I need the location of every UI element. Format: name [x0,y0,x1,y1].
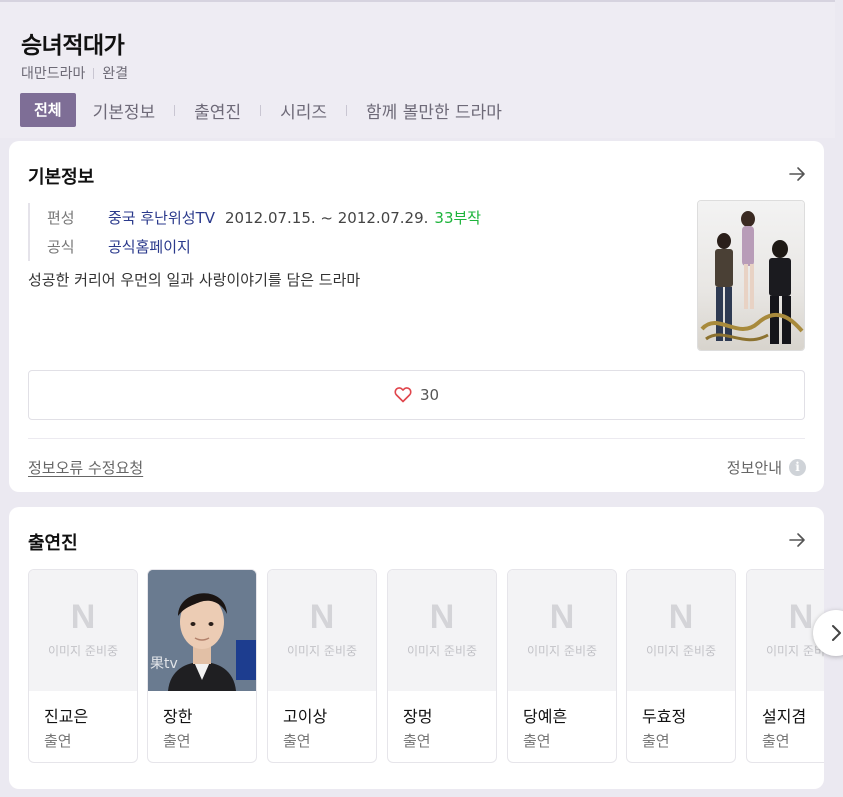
info-row-official: 공식 공식홈페이지 [47,232,481,261]
cast-role: 출연 [403,732,431,750]
broadcast-period: 2012.07.15. ~ 2012.07.29. [225,208,429,227]
cast-name: 장한 [163,707,193,726]
image-pending-text: 이미지 준비중 [526,644,598,658]
page-title: 승녀적대가 [21,33,125,59]
cast-item[interactable]: N 이미지 준비중 진교은 출연 [28,569,138,763]
cast-name: 진교은 [44,707,89,726]
card-divider [28,438,805,439]
tab-all[interactable]: 전체 [20,93,76,127]
tab-similar-dramas[interactable]: 함께 볼만한 드라마 [366,98,502,123]
tab-divider [260,104,262,116]
n-logo-icon: N [70,598,96,636]
image-pending-text: 이미지 준비중 [406,644,478,658]
tab-basic-info[interactable]: 기본정보 [93,98,156,123]
like-count: 30 [419,386,440,404]
n-logo-icon: N [309,598,335,636]
n-logo-icon: N [549,598,575,636]
cast-image-placeholder: N 이미지 준비중 [268,570,376,691]
cast-image-placeholder: N 이미지 준비중 [627,570,735,691]
image-pending-text: 이미지 준비중 [765,644,824,658]
heart-icon [394,387,412,403]
episode-count: 33부작 [434,209,482,227]
info-table: 편성 중국 후난위성TV 2012.07.15. ~ 2012.07.29. 3… [28,203,481,261]
cast-photo: 果tv [148,570,256,691]
cast-item[interactable]: N 이미지 준비중 설지겸 출연 [746,569,824,763]
drama-poster[interactable] [697,200,805,351]
channel-link[interactable]: 중국 후난위성TV [108,207,215,228]
genre-label: 대만드라마 [21,66,86,82]
cast-item[interactable]: N 이미지 준비중 두효정 출연 [626,569,736,763]
svg-text:果tv: 果tv [150,656,178,672]
n-logo-icon: N [668,598,694,636]
basic-info-title: 기본정보 [28,167,95,188]
status-label: 완결 [102,66,129,82]
image-pending-text: 이미지 준비중 [47,644,119,658]
cast-list: N 이미지 준비중 진교은 출연 果tv 장한 출연 N 이미지 준비중 고이상… [28,569,824,763]
cast-role: 출연 [762,732,790,750]
cast-title: 출연진 [28,533,78,554]
cast-card: 출연진 N 이미지 준비중 진교은 출연 果tv 장한 출연 N 이미지 준비중… [9,507,824,789]
cast-item[interactable]: N 이미지 준비중 장멍 출연 [387,569,497,763]
cast-role: 출연 [523,732,551,750]
tab-cast[interactable]: 출연진 [194,98,241,123]
cast-name: 당예흔 [523,707,568,726]
cast-item[interactable]: N 이미지 준비중 고이상 출연 [267,569,377,763]
cast-image-placeholder: N 이미지 준비중 [508,570,616,691]
cast-image-placeholder: N 이미지 준비중 [29,570,137,691]
tab-series[interactable]: 시리즈 [280,98,327,123]
cast-role: 출연 [163,732,191,750]
tab-bar: 전체 기본정보 출연진 시리즈 함께 볼만한 드라마 [20,93,502,127]
cast-item[interactable]: N 이미지 준비중 당예흔 출연 [507,569,617,763]
n-logo-icon: N [429,598,455,636]
cast-item[interactable]: 果tv 장한 출연 [147,569,257,763]
info-guide-button[interactable]: 정보안내 i [727,457,806,478]
cast-name: 설지겸 [762,707,807,726]
arrow-right-icon[interactable] [788,531,806,549]
tab-divider [346,104,348,116]
cast-role: 출연 [44,732,72,750]
image-pending-text: 이미지 준비중 [286,644,358,658]
official-site-link[interactable]: 공식홈페이지 [108,236,191,257]
info-key-official: 공식 [47,238,75,256]
cast-role: 출연 [283,732,311,750]
cast-image-placeholder: N 이미지 준비중 [388,570,496,691]
drama-description: 성공한 커리어 우먼의 일과 사랑이야기를 담은 드라마 [28,271,361,289]
cast-name: 고이상 [283,707,328,726]
info-icon: i [789,459,806,476]
subinfo: 대만드라마 완결 [21,63,128,83]
report-error-link[interactable]: 정보오류 수정요청 [28,457,143,478]
arrow-right-icon[interactable] [788,165,806,183]
cast-name: 장멍 [403,707,433,726]
info-key-channel: 편성 [47,209,75,227]
info-guide-label: 정보안내 [726,459,782,477]
like-button[interactable]: 30 [28,370,805,420]
cast-role: 출연 [642,732,670,750]
image-pending-text: 이미지 준비중 [645,644,717,658]
basic-info-card: 기본정보 편성 중국 후난위성TV 2012.07.15. ~ 2012.07.… [9,141,824,492]
page-header: 승녀적대가 대만드라마 완결 전체 기본정보 출연진 시리즈 함께 볼만한 드라… [0,2,836,138]
divider [93,67,95,79]
page-edge [835,0,843,797]
tab-divider [174,104,176,116]
cast-name: 두효정 [642,707,687,726]
chevron-right-icon [832,625,841,641]
info-row-channel: 편성 중국 후난위성TV 2012.07.15. ~ 2012.07.29. 3… [47,203,481,232]
